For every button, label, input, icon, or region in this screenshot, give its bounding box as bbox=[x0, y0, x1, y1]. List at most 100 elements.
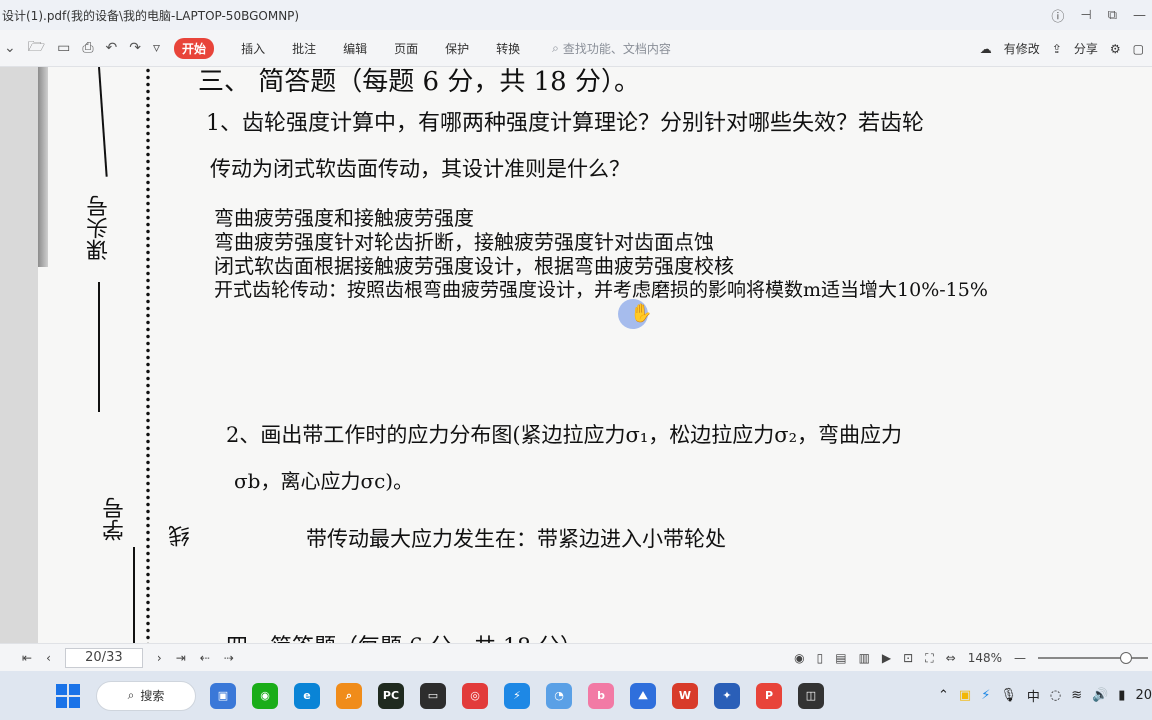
zoom-slider-knob[interactable] bbox=[1120, 652, 1132, 664]
status-bar: ⇤ ‹ 20/33 › ⇥ ⇠ ⇢ ◉ ▯ ▤ ▥ ▶ ⊡ ⛶ ⇔ 148% — bbox=[0, 643, 1152, 671]
share-icon: ⇪ bbox=[1051, 41, 1062, 56]
tab-edit[interactable]: 编辑 bbox=[343, 40, 367, 57]
taskbar-search-label: 搜索 bbox=[140, 689, 165, 703]
tab-page[interactable]: 页面 bbox=[394, 40, 418, 57]
share-button[interactable]: 分享 bbox=[1074, 40, 1098, 57]
question-1-line-1: 1、齿轮强度计算中，有哪两种强度计算理论？分别针对哪些失效？若齿轮 bbox=[206, 111, 924, 136]
undo-icon[interactable]: ↶ bbox=[106, 40, 118, 56]
sidebar-label-course: 课头号 bbox=[87, 195, 112, 261]
double-page-icon[interactable]: ▥ bbox=[859, 651, 870, 665]
last-page-icon[interactable]: ⇥ bbox=[176, 651, 186, 665]
info-icon[interactable]: ⓘ bbox=[1051, 6, 1064, 25]
screen-recorder-icon[interactable]: ◫ bbox=[798, 682, 824, 709]
bilibili-icon[interactable]: b bbox=[588, 682, 614, 709]
vpn-icon[interactable]: ◌ bbox=[1050, 688, 1061, 703]
answer-2: 带传动最大应力发生在：带紧边进入小带轮处 bbox=[306, 527, 726, 551]
tab-protect[interactable]: 保护 bbox=[445, 40, 469, 57]
minimize-icon[interactable]: — bbox=[1133, 8, 1146, 23]
tab-comment[interactable]: 批注 bbox=[292, 40, 316, 57]
lightning-app-icon[interactable]: ⚡ bbox=[504, 682, 530, 709]
ribbon-toolbar: ⌄ 🗁 ▭ ⎙ ↶ ↷ ▿ 开始 插入 批注 编辑 页面 保护 转换 ⌕ 查找功… bbox=[0, 30, 1152, 67]
sticky-note-icon[interactable]: ▣ bbox=[959, 688, 971, 703]
chevron-up-icon[interactable]: ⌃ bbox=[938, 688, 949, 703]
continuous-page-icon[interactable]: ▤ bbox=[835, 651, 846, 665]
ime-icon[interactable]: 中 bbox=[1027, 686, 1040, 705]
window-controls: ⓘ ⊣ ⧉ — bbox=[1051, 0, 1152, 30]
taskbar-search[interactable]: ⌕ 搜索 bbox=[96, 680, 196, 711]
search-placeholder: 查找功能、文档内容 bbox=[562, 41, 671, 56]
page-number-input[interactable]: 20/33 bbox=[64, 647, 143, 668]
save-icon[interactable]: ▭ bbox=[57, 40, 70, 56]
single-page-icon[interactable]: ▯ bbox=[817, 651, 824, 665]
wps-icon[interactable]: W bbox=[672, 682, 698, 709]
hand-cursor-icon: ✋ bbox=[630, 303, 653, 324]
more-icon[interactable]: ▿ bbox=[153, 40, 160, 56]
settings-icon[interactable]: ⚙ bbox=[1110, 42, 1121, 56]
cloud-icon: ☁ bbox=[979, 41, 992, 56]
function-search[interactable]: ⌕ 查找功能、文档内容 bbox=[552, 40, 671, 57]
tab-convert[interactable]: 转换 bbox=[496, 40, 520, 57]
lightning-tray-icon[interactable]: ⚡ bbox=[981, 688, 990, 703]
zoom-out-icon[interactable]: — bbox=[1014, 651, 1026, 665]
prev-page-icon[interactable]: ‹ bbox=[46, 651, 51, 665]
edge-icon[interactable]: e bbox=[294, 682, 320, 709]
open-folder-icon[interactable]: 🗁 bbox=[28, 36, 45, 60]
page-navigation: ⇤ ‹ 20/33 › ⇥ ⇠ ⇢ bbox=[0, 647, 234, 668]
taskbar-apps: ▣ ◉ e ⌕ PC ▭ ◎ ⚡ ◔ b ⛰ W ✦ P ◫ bbox=[210, 682, 824, 709]
sidebar-label-student-id: 学号 bbox=[103, 497, 128, 541]
pycharm-icon[interactable]: PC bbox=[378, 682, 404, 709]
main-menu: 开始 插入 批注 编辑 页面 保护 转换 bbox=[174, 37, 520, 59]
forward-icon[interactable]: ⇢ bbox=[224, 651, 234, 665]
restore-icon[interactable]: ⧉ bbox=[1108, 8, 1117, 23]
wps-pdf-icon[interactable]: P bbox=[756, 682, 782, 709]
document-viewport[interactable]: 课头号 学号 线 三、 简答题（每题 6 分，共 18 分）。 1、齿轮强度计算… bbox=[0, 67, 1152, 643]
answer-1-line-2: 弯曲疲劳强度针对轮齿折断，接触疲劳强度针对齿面点蚀 bbox=[214, 230, 714, 254]
fit-width-icon[interactable]: ⇔ bbox=[946, 651, 956, 665]
system-tray: ⌃ ▣ ⚡ 🎙 中 ◌ ≋ 🔊 ▮ 20 bbox=[938, 671, 1152, 720]
pdf-page: 课头号 学号 线 三、 简答题（每题 6 分，共 18 分）。 1、齿轮强度计算… bbox=[38, 67, 1152, 643]
binding-line bbox=[98, 282, 100, 412]
zoom-level[interactable]: 148% bbox=[968, 651, 1002, 665]
question-1-line-2: 传动为闭式软齿面传动，其设计准则是什么？ bbox=[210, 157, 630, 181]
next-page-icon[interactable]: › bbox=[157, 651, 162, 665]
zoom-slider[interactable] bbox=[1038, 652, 1148, 664]
actual-size-icon[interactable]: ⊡ bbox=[903, 651, 913, 665]
print-icon[interactable]: ⎙ bbox=[82, 40, 93, 56]
page-shadow-edge bbox=[38, 67, 48, 267]
eye-protection-icon[interactable]: ◉ bbox=[794, 651, 804, 665]
back-icon[interactable]: ⇠ bbox=[200, 651, 210, 665]
play-icon[interactable]: ▶ bbox=[882, 651, 891, 665]
photos-icon[interactable]: ⛰ bbox=[630, 682, 656, 709]
wifi-icon[interactable]: ≋ bbox=[1071, 688, 1082, 703]
view-controls: ◉ ▯ ▤ ▥ ▶ ⊡ ⛶ ⇔ 148% — bbox=[794, 644, 1152, 672]
wechat-icon[interactable]: ◉ bbox=[252, 682, 278, 709]
tab-start[interactable]: 开始 bbox=[174, 37, 215, 59]
first-page-icon[interactable]: ⇤ bbox=[22, 651, 32, 665]
section-heading: 三、 简答题（每题 6 分，共 18 分）。 bbox=[198, 67, 640, 97]
search-icon: ⌕ bbox=[552, 40, 559, 55]
pin-icon[interactable]: ⊣ bbox=[1080, 8, 1091, 23]
start-icon[interactable] bbox=[56, 683, 80, 708]
question-2-line-1: 2、画出带工作时的应力分布图(紧边拉应力σ₁，松边拉应力σ₂，弯曲应力 bbox=[226, 423, 903, 447]
task-view-icon[interactable]: ▣ bbox=[210, 682, 236, 709]
answer-1-line-4: 开式齿轮传动：按照齿根弯曲疲劳强度设计，并考虑磨损的影响将模数m适当增大10%-… bbox=[214, 279, 988, 301]
feather-app-icon[interactable]: ✦ bbox=[714, 682, 740, 709]
dotted-cut-line bbox=[146, 67, 150, 643]
battery-icon[interactable]: ▮ bbox=[1118, 688, 1125, 703]
netease-music-icon[interactable]: ◎ bbox=[462, 682, 488, 709]
search-tool-icon[interactable]: ⌕ bbox=[336, 682, 362, 709]
binding-line bbox=[133, 547, 135, 643]
chevron-down-icon[interactable]: ⌄ bbox=[4, 40, 16, 56]
modified-status[interactable]: 有修改 bbox=[1004, 40, 1040, 57]
clock[interactable]: 20 bbox=[1135, 688, 1152, 703]
qq-browser-icon[interactable]: ◔ bbox=[546, 682, 572, 709]
microphone-icon[interactable]: 🎙 bbox=[1000, 688, 1017, 703]
redo-icon[interactable]: ↷ bbox=[129, 40, 141, 56]
volume-icon[interactable]: 🔊 bbox=[1092, 688, 1108, 703]
tab-insert[interactable]: 插入 bbox=[241, 40, 265, 57]
fit-page-icon[interactable]: ⛶ bbox=[925, 651, 933, 666]
terminal-icon[interactable]: ▭ bbox=[420, 682, 446, 709]
binding-line bbox=[98, 67, 108, 177]
quick-access-icons: ⌄ 🗁 ▭ ⎙ ↶ ↷ ▿ bbox=[0, 36, 160, 60]
comment-icon[interactable]: ▢ bbox=[1133, 42, 1144, 56]
